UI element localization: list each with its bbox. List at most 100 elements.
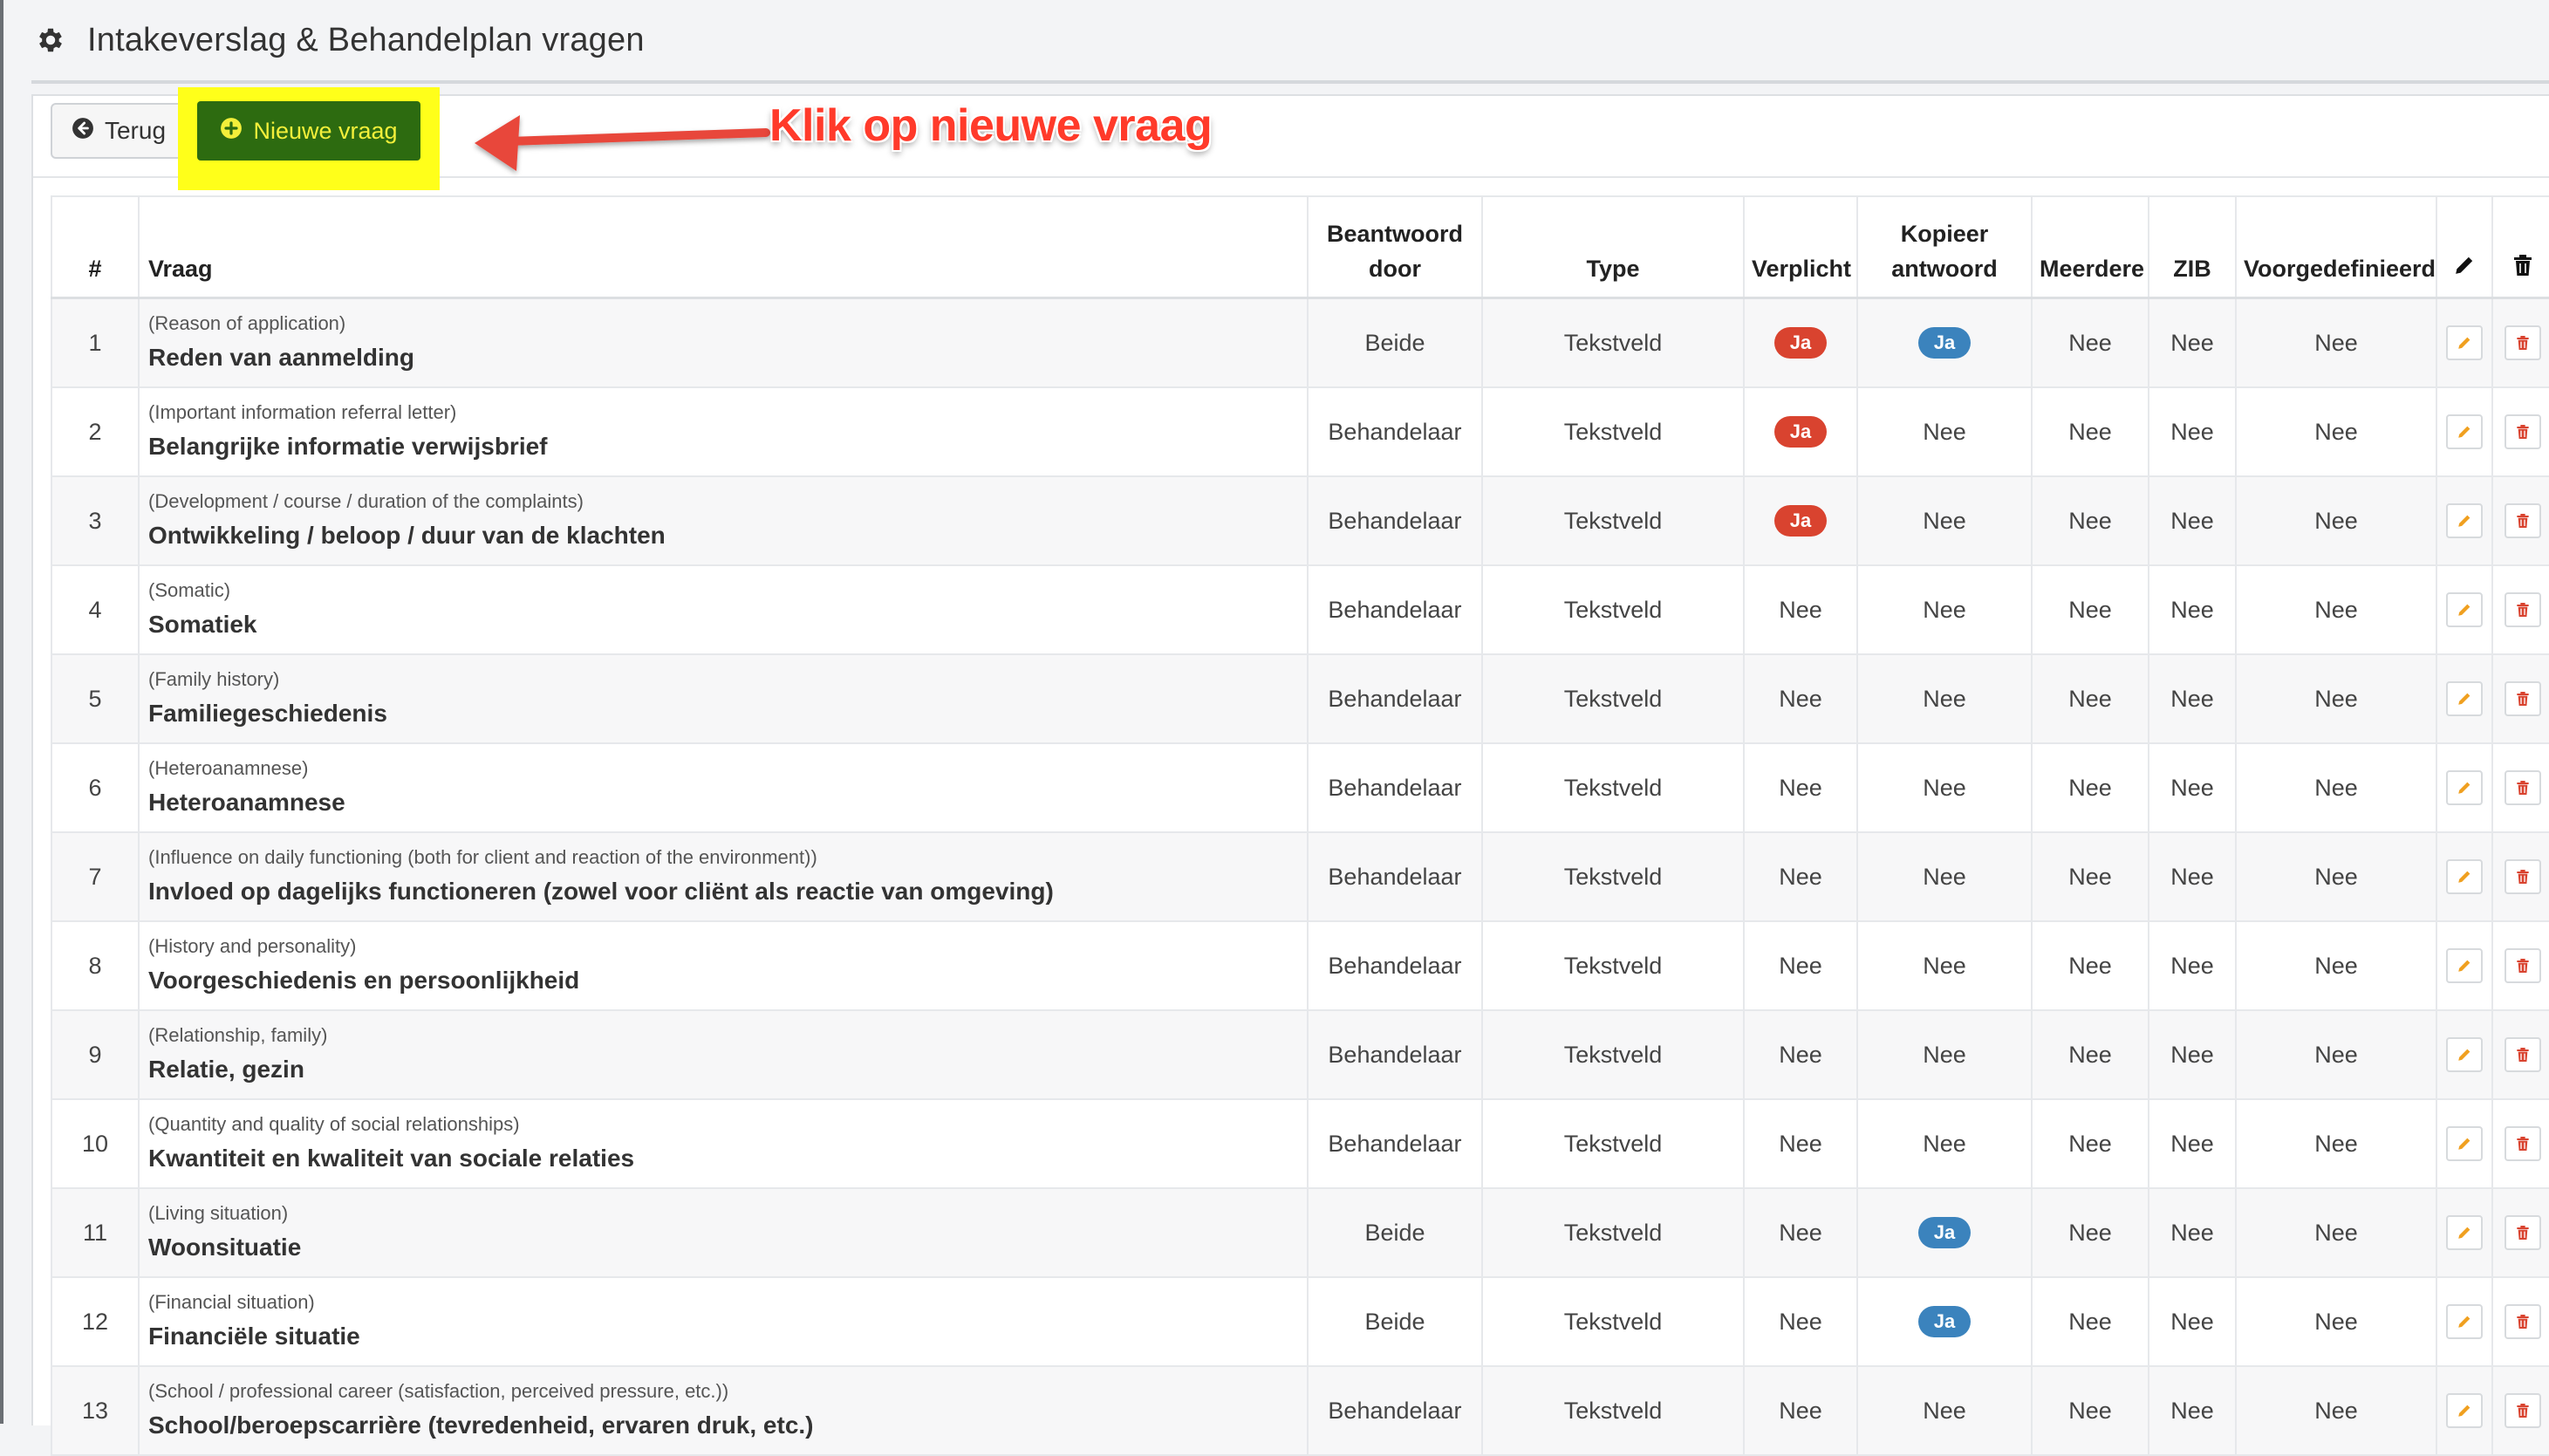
pencil-icon xyxy=(2453,256,2476,282)
table-row[interactable]: 12 (Financial situation) Financiële situ… xyxy=(51,1277,2549,1367)
table-row[interactable]: 7 (Influence on daily functioning (both … xyxy=(51,832,2549,922)
edit-button[interactable] xyxy=(2446,1126,2483,1161)
delete-button[interactable] xyxy=(2504,503,2541,538)
cell-voorgedefinieerd: Nee xyxy=(2235,1277,2436,1367)
trash-icon xyxy=(2516,953,2530,980)
edit-button[interactable] xyxy=(2446,1037,2483,1072)
answered-by: Behandelaar xyxy=(1328,952,1462,979)
delete-button[interactable] xyxy=(2504,592,2541,627)
delete-button[interactable] xyxy=(2504,1304,2541,1339)
edit-button[interactable] xyxy=(2446,681,2483,716)
edit-button[interactable] xyxy=(2446,592,2483,627)
voorgedefinieerd-value: Nee xyxy=(2314,1308,2358,1335)
col-header-num: # xyxy=(51,195,139,299)
verplicht-value: Nee xyxy=(1779,1130,1822,1157)
table-row[interactable]: 5 (Family history) Familiegeschiedenis B… xyxy=(51,654,2549,744)
cell-meerdere: Nee xyxy=(2031,832,2149,922)
table-row[interactable]: 3 (Development / course / duration of th… xyxy=(51,476,2549,566)
edit-button[interactable] xyxy=(2446,770,2483,805)
delete-button[interactable] xyxy=(2504,1215,2541,1250)
table-row[interactable]: 8 (History and personality) Voorgeschied… xyxy=(51,921,2549,1011)
cell-zib: Nee xyxy=(2148,297,2236,388)
edit-button[interactable] xyxy=(2446,1215,2483,1250)
cell-beantwoord-door: Behandelaar xyxy=(1307,832,1482,922)
question-type: Tekstveld xyxy=(1563,507,1663,534)
verplicht-value: Nee xyxy=(1779,685,1822,712)
table-row[interactable]: 10 (Quantity and quality of social relat… xyxy=(51,1099,2549,1189)
question-type: Tekstveld xyxy=(1563,1219,1663,1246)
zib-value: Nee xyxy=(2170,418,2214,445)
delete-button[interactable] xyxy=(2504,1037,2541,1072)
kopieer-value: Nee xyxy=(1923,1130,1966,1157)
pencil-icon xyxy=(2457,686,2472,713)
zib-value: Nee xyxy=(2170,507,2214,534)
table-row[interactable]: 6 (Heteroanamnese) Heteroanamnese Behand… xyxy=(51,743,2549,833)
cell-meerdere: Nee xyxy=(2031,565,2149,655)
cell-zib: Nee xyxy=(2148,1366,2236,1456)
cell-delete xyxy=(2491,1366,2549,1456)
kopieer-value: Ja xyxy=(1918,1306,1971,1337)
row-number: 10 xyxy=(81,1130,109,1157)
trash-icon xyxy=(2516,775,2530,802)
cell-meerdere: Nee xyxy=(2031,297,2149,388)
answered-by: Behandelaar xyxy=(1328,507,1462,534)
cell-meerdere: Nee xyxy=(2031,387,2149,477)
zib-value: Nee xyxy=(2170,1130,2214,1157)
delete-button[interactable] xyxy=(2504,681,2541,716)
delete-button[interactable] xyxy=(2504,1393,2541,1428)
edit-button[interactable] xyxy=(2446,948,2483,983)
back-button[interactable]: Terug xyxy=(51,103,187,159)
question-type: Tekstveld xyxy=(1563,952,1663,979)
delete-button[interactable] xyxy=(2504,770,2541,805)
cell-beantwoord-door: Beide xyxy=(1307,297,1482,388)
cell-kopieer: Nee xyxy=(1856,387,2032,477)
edit-button[interactable] xyxy=(2446,859,2483,894)
cell-num: 9 xyxy=(51,1010,139,1100)
cell-edit xyxy=(2436,832,2492,922)
zib-value: Nee xyxy=(2170,952,2214,979)
delete-button[interactable] xyxy=(2504,325,2541,360)
question-type: Tekstveld xyxy=(1563,418,1663,445)
pencil-icon xyxy=(2457,1042,2472,1069)
answered-by: Behandelaar xyxy=(1328,863,1462,890)
voorgedefinieerd-value: Nee xyxy=(2314,685,2358,712)
question-english: (Important information referral letter) xyxy=(148,401,457,423)
table-row[interactable]: 2 (Important information referral letter… xyxy=(51,387,2549,477)
kopieer-value: Ja xyxy=(1918,327,1971,359)
delete-button[interactable] xyxy=(2504,1126,2541,1161)
cell-type: Tekstveld xyxy=(1481,476,1744,566)
question-dutch: Belangrijke informatie verwijsbrief xyxy=(148,433,548,460)
verplicht-value: Ja xyxy=(1774,327,1827,359)
arrow-circle-left-icon xyxy=(72,117,94,146)
window-edge xyxy=(0,0,3,1424)
cell-type: Tekstveld xyxy=(1481,297,1744,388)
cell-num: 7 xyxy=(51,832,139,922)
kopieer-value: Ja xyxy=(1918,1217,1971,1248)
cell-type: Tekstveld xyxy=(1481,743,1744,833)
edit-button[interactable] xyxy=(2446,1304,2483,1339)
table-row[interactable]: 4 (Somatic) Somatiek Behandelaar Tekstve… xyxy=(51,565,2549,655)
verplicht-value: Nee xyxy=(1779,1308,1822,1335)
question-english: (Living situation) xyxy=(148,1202,289,1224)
delete-button[interactable] xyxy=(2504,859,2541,894)
meerdere-value: Nee xyxy=(2068,952,2112,979)
table-row[interactable]: 13 (School / professional career (satisf… xyxy=(51,1366,2549,1456)
cell-kopieer: Nee xyxy=(1856,921,2032,1011)
cell-verplicht: Nee xyxy=(1743,743,1857,833)
edit-button[interactable] xyxy=(2446,325,2483,360)
kopieer-value: Nee xyxy=(1923,418,1966,445)
edit-button[interactable] xyxy=(2446,503,2483,538)
edit-button[interactable] xyxy=(2446,1393,2483,1428)
delete-button[interactable] xyxy=(2504,414,2541,449)
cell-num: 6 xyxy=(51,743,139,833)
table-row[interactable]: 11 (Living situation) Woonsituatie Beide… xyxy=(51,1188,2549,1278)
table-row[interactable]: 1 (Reason of application) Reden van aanm… xyxy=(51,297,2549,388)
edit-button[interactable] xyxy=(2446,414,2483,449)
meerdere-value: Nee xyxy=(2068,863,2112,890)
trash-icon xyxy=(2516,1309,2530,1336)
delete-button[interactable] xyxy=(2504,948,2541,983)
table-row[interactable]: 9 (Relationship, family) Relatie, gezin … xyxy=(51,1010,2549,1100)
cell-verplicht: Nee xyxy=(1743,832,1857,922)
cell-beantwoord-door: Behandelaar xyxy=(1307,1366,1482,1456)
new-question-button[interactable]: Nieuwe vraag xyxy=(197,101,420,161)
